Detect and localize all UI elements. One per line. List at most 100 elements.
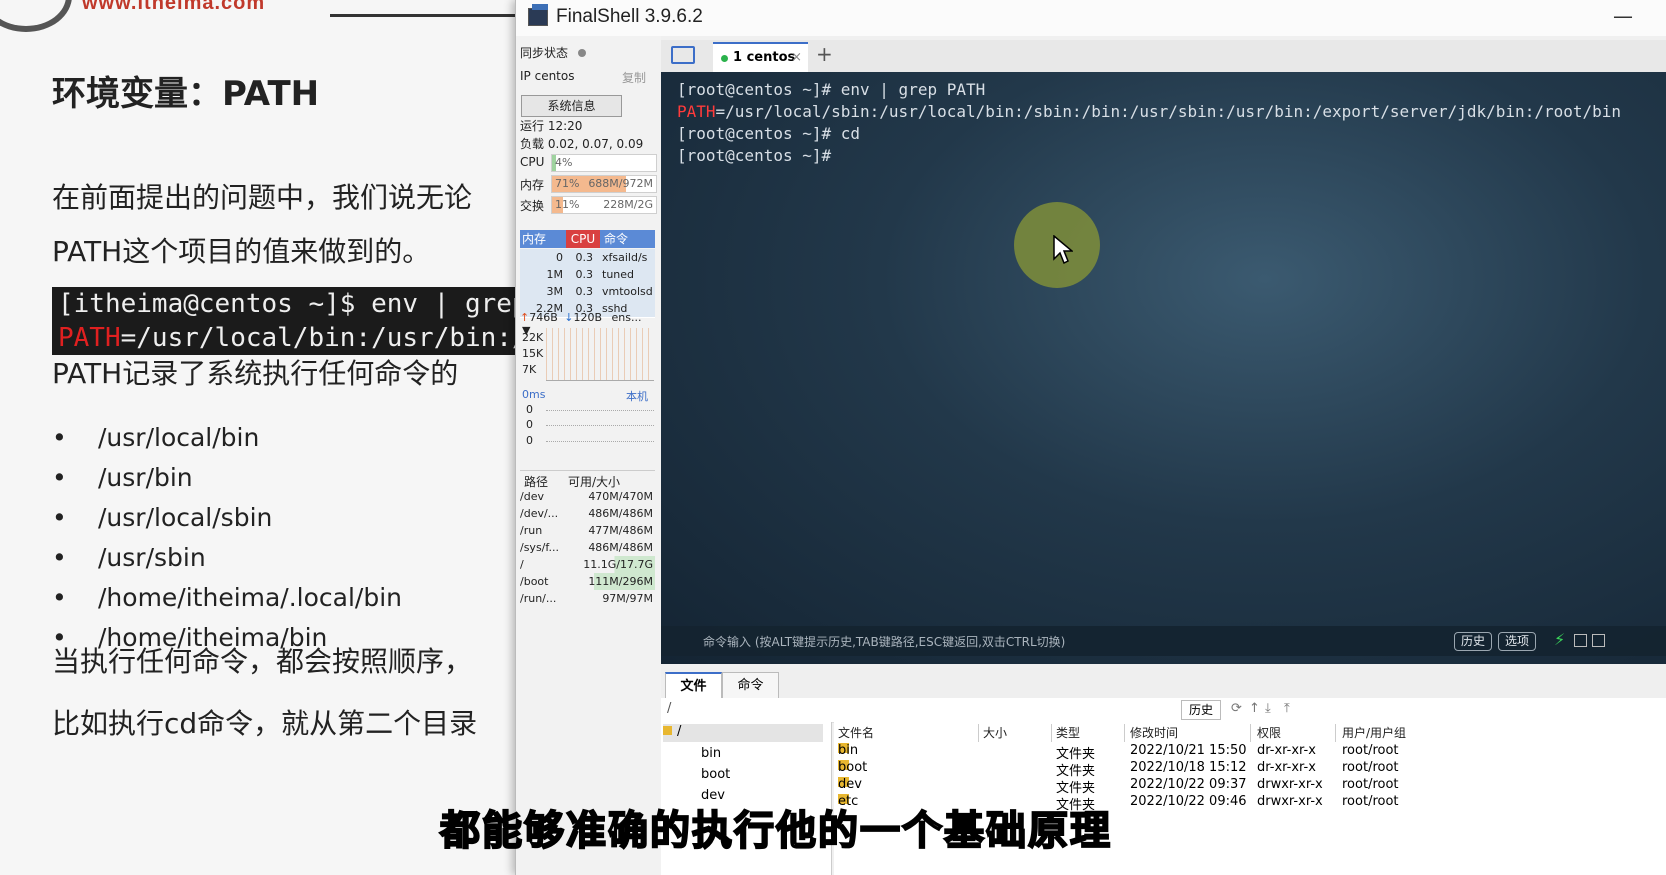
latency-grid xyxy=(546,410,654,411)
tree-item-root[interactable]: / xyxy=(663,724,823,742)
terminal[interactable]: [root@centos ~]# env | grep PATH PATH=/u… xyxy=(661,72,1666,664)
slide-paragraph-3: PATH记录了系统执行任何命令的 xyxy=(52,357,459,390)
swap-label: 交换 xyxy=(520,199,545,213)
mem-meter: 71% 688M/972M xyxy=(551,175,657,193)
graph-scale-label: 15K xyxy=(522,347,544,360)
system-info-button[interactable]: 系统信息 xyxy=(521,95,622,117)
disk-row: /run/... 97M/97M xyxy=(520,592,653,605)
latency-grid xyxy=(546,425,654,426)
col-cpu[interactable]: CPU xyxy=(566,230,600,248)
slide-paragraph-5: 比如执行cd命令，就从第二个目录 xyxy=(52,707,478,740)
col-type[interactable]: 类型 xyxy=(1052,724,1125,742)
path-bar: / 历史 ⟳ ↑ ⤓ ⤒ xyxy=(661,698,1666,723)
ip-label: IP centos xyxy=(520,69,575,83)
slide-paragraph-4: 当执行任何命令，都会按照顺序， xyxy=(52,645,473,678)
session-tab-bar: 1 centos × + xyxy=(661,40,1666,74)
col-size[interactable]: 大小 xyxy=(979,724,1052,742)
folder-open-icon[interactable] xyxy=(671,46,695,64)
command-input[interactable]: 命令输入 (按ALT键提示历史,TAB键路径,ESC键返回,双击CTRL切换) xyxy=(703,633,1065,650)
window-icon[interactable] xyxy=(1592,634,1605,647)
finalshell-window: FinalShell 3.9.6.2 — 同步状态 IP centos 复制 系… xyxy=(515,0,1666,875)
add-tab-button[interactable]: + xyxy=(816,42,833,66)
disk-table-header: 路径 可用/大小 xyxy=(520,470,655,489)
latency-grid xyxy=(546,441,654,442)
latency-label: 0ms xyxy=(522,388,546,401)
tab-centos[interactable]: 1 centos × xyxy=(713,42,808,74)
disk-row: /run 477M/486M xyxy=(520,524,653,537)
terminal-line: [root@centos ~]# cd xyxy=(677,124,861,143)
net-interface-select[interactable]: ens... xyxy=(612,311,642,324)
app-icon xyxy=(528,4,548,26)
col-mtime[interactable]: 修改时间 xyxy=(1126,724,1251,742)
copy-button[interactable]: 复制 xyxy=(622,69,646,86)
code-line-2: PATH=/usr/local/bin:/usr/bin:/u xyxy=(52,321,522,355)
list-item: •/usr/local/sbin xyxy=(52,503,273,532)
code-line-1: [itheima@centos ~]$ env | grep xyxy=(58,289,522,319)
path-history-button[interactable]: 历史 xyxy=(1181,700,1221,720)
tree-item[interactable]: boot xyxy=(701,767,730,782)
latency-host[interactable]: 本机 xyxy=(626,388,648,404)
col-filename[interactable]: 文件名 xyxy=(834,724,979,742)
mouse-cursor-icon xyxy=(1053,235,1073,265)
download-icon[interactable]: ⤓ xyxy=(1265,701,1271,716)
slide-code-block: [itheima@centos ~]$ env | grep PATH=/usr… xyxy=(52,287,522,355)
col-owner[interactable]: 用户/用户组 xyxy=(1338,724,1432,742)
lightning-icon[interactable]: ⚡ xyxy=(1554,630,1565,649)
history-button[interactable]: 历史 xyxy=(1454,632,1493,651)
list-item: •/home/itheima/.local/bin xyxy=(52,583,403,612)
slide-paragraph-1: 在前面提出的问题中，我们说无论 xyxy=(52,181,473,214)
load-average: 负载 0.02, 0.07, 0.09 xyxy=(520,137,644,151)
terminal-line: PATH=/usr/local/sbin:/usr/local/bin:/sbi… xyxy=(677,102,1622,121)
latency-value: 0 xyxy=(526,434,533,447)
mem-label: 内存 xyxy=(520,178,545,192)
code-path-key: PATH xyxy=(58,323,121,353)
tab-files[interactable]: 文件 xyxy=(665,672,722,699)
table-row[interactable]: dev 文件夹 2022/10/22 09:37 drwxr-xr-x root… xyxy=(834,777,1434,796)
title-bar[interactable]: FinalShell 3.9.6.2 — xyxy=(516,0,1666,36)
list-item: •/usr/bin xyxy=(52,463,193,492)
table-row[interactable]: boot 文件夹 2022/10/18 15:12 dr-xr-xr-x roo… xyxy=(834,760,1434,779)
disk-row: /11.1G/17.7G xyxy=(520,556,655,573)
tree-item[interactable]: bin xyxy=(701,746,721,761)
col-perm[interactable]: 权限 xyxy=(1253,724,1336,742)
window-title: FinalShell 3.9.6.2 xyxy=(556,6,703,27)
list-item: •/usr/sbin xyxy=(52,543,206,572)
latency-value: 0 xyxy=(526,418,533,431)
up-directory-icon[interactable]: ↑ xyxy=(1249,701,1260,716)
refresh-icon[interactable]: ⟳ xyxy=(1231,701,1242,716)
options-button[interactable]: 选项 xyxy=(1498,632,1537,651)
process-row[interactable]: 1M 0.3 tuned xyxy=(520,266,655,284)
tab-commands[interactable]: 命令 xyxy=(722,672,779,698)
sync-dot-icon xyxy=(577,49,586,57)
close-icon[interactable]: × xyxy=(791,44,802,72)
latency-value: 0 xyxy=(526,403,533,416)
path-list: •/usr/local/bin •/usr/bin •/usr/local/sb… xyxy=(52,418,402,658)
window-icon[interactable] xyxy=(1574,634,1587,647)
cpu-label: CPU xyxy=(520,155,545,169)
disk-row: /sys/f... 486M/486M xyxy=(520,541,653,554)
logo-icon xyxy=(0,0,72,32)
video-subtitle: 都能够准确的执行他的一个基础原理 xyxy=(439,807,1112,855)
col-mem[interactable]: 内存 xyxy=(522,230,566,248)
code-path-value: =/usr/local/bin:/usr/bin:/u xyxy=(120,323,522,353)
table-row[interactable]: bin 文件夹 2022/10/21 15:50 dr-xr-xr-x root… xyxy=(834,743,1434,762)
upload-arrow-icon: ↑ xyxy=(520,311,530,324)
uptime: 运行 12:20 xyxy=(520,119,583,133)
swap-meter: 11% 228M/2G xyxy=(551,196,657,214)
command-input-bar[interactable]: 命令输入 (按ALT键提示历史,TAB键路径,ESC键返回,双击CTRL切换) … xyxy=(661,626,1666,656)
path-input[interactable]: / xyxy=(667,701,671,716)
upload-icon[interactable]: ⤒ xyxy=(1284,701,1290,716)
process-row[interactable]: 3M 0.3 vmtoolsd xyxy=(520,283,655,301)
process-table-header[interactable]: 内存 CPU 命令 xyxy=(520,230,655,248)
list-item: •/usr/local/bin xyxy=(52,423,260,452)
folder-icon xyxy=(663,726,672,735)
file-panel-tabs: 文件 命令 xyxy=(661,668,1666,699)
disk-row: /boot 111M/296M xyxy=(520,573,655,590)
process-row[interactable]: 0 0.3 xfsaild/s xyxy=(520,249,655,267)
minimize-button[interactable]: — xyxy=(1613,4,1633,28)
terminal-line: [root@centos ~]# env | grep PATH xyxy=(677,80,986,99)
logo-url: www.itheima.com xyxy=(82,0,266,14)
graph-scale-label: 7K xyxy=(522,363,537,376)
disk-row: /dev 470M/470M xyxy=(520,490,653,503)
col-cmd[interactable]: 命令 xyxy=(604,230,628,248)
